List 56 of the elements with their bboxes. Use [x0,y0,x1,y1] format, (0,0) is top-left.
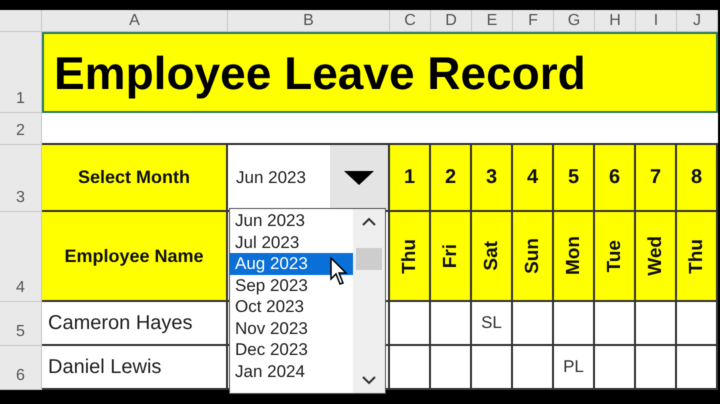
column-header[interactable]: E [472,10,513,32]
dropdown-value: Jun 2023 [236,168,306,188]
employee-name: Daniel Lewis [42,346,228,390]
row-header[interactable]: 4 [0,212,42,302]
weekday-label: Wed [644,236,666,276]
dropdown-option[interactable]: Nov 2023 [230,318,353,339]
column-header[interactable]: H [595,10,636,32]
column-header[interactable]: D [431,10,472,32]
employee-name-header: Employee Name [42,212,228,302]
dropdown-option[interactable]: Jun 2023 [230,210,353,232]
row-header[interactable]: 1 [0,32,42,113]
dropdown-option[interactable]: Sep 2023 [230,274,353,296]
caret-down-icon [344,170,374,184]
day-number: 7 [636,145,677,212]
select-month-label: Select Month [42,145,228,212]
scrollbar[interactable] [353,209,385,393]
employee-name: Cameron Hayes [42,302,228,346]
dropdown-option[interactable]: Oct 2023 [230,296,353,318]
sheet-title: Employee Leave Record [42,32,718,113]
column-header[interactable]: I [636,10,677,32]
weekday-label: Fri [440,244,462,268]
column-header[interactable]: A [42,10,228,32]
row-header[interactable]: 3 [0,145,42,212]
day-number: 8 [677,145,718,212]
dropdown-button[interactable] [330,145,388,210]
dropdown-option[interactable]: Dec 2023 [230,339,353,360]
weekday-label: Thu [398,238,420,274]
dropdown-option[interactable]: Aug 2023 [230,253,353,274]
day-number: 5 [554,145,595,212]
weekday-label: Sat [480,241,502,271]
day-number: 2 [431,145,472,212]
leave-code: SL [472,302,513,346]
row-header[interactable]: 5 [0,302,42,346]
dropdown-option[interactable]: Jan 2024 [230,360,353,382]
day-number: 6 [595,145,636,212]
column-header[interactable]: C [390,10,431,32]
weekday-label: Sun [522,238,544,274]
scroll-up-icon[interactable] [362,217,376,226]
weekday-label: Mon [562,236,584,276]
column-header[interactable]: B [228,10,390,32]
column-header[interactable]: G [554,10,595,32]
day-number: 4 [513,145,554,212]
column-header[interactable]: F [513,10,554,32]
weekday-label: Tue [604,240,626,272]
mouse-pointer-icon [330,257,348,285]
month-dropdown[interactable]: Jun 2023 [228,145,390,212]
scroll-down-icon[interactable] [362,376,376,385]
scrollbar-thumb[interactable] [356,248,382,270]
row-header[interactable]: 2 [0,113,42,145]
day-number: 3 [472,145,513,212]
row-header[interactable]: 6 [0,346,42,390]
weekday-label: Thu [686,238,708,274]
day-number: 1 [390,145,431,212]
dropdown-option[interactable]: Jul 2023 [230,232,353,253]
leave-code: PL [554,346,595,390]
column-header[interactable]: J [677,10,718,32]
